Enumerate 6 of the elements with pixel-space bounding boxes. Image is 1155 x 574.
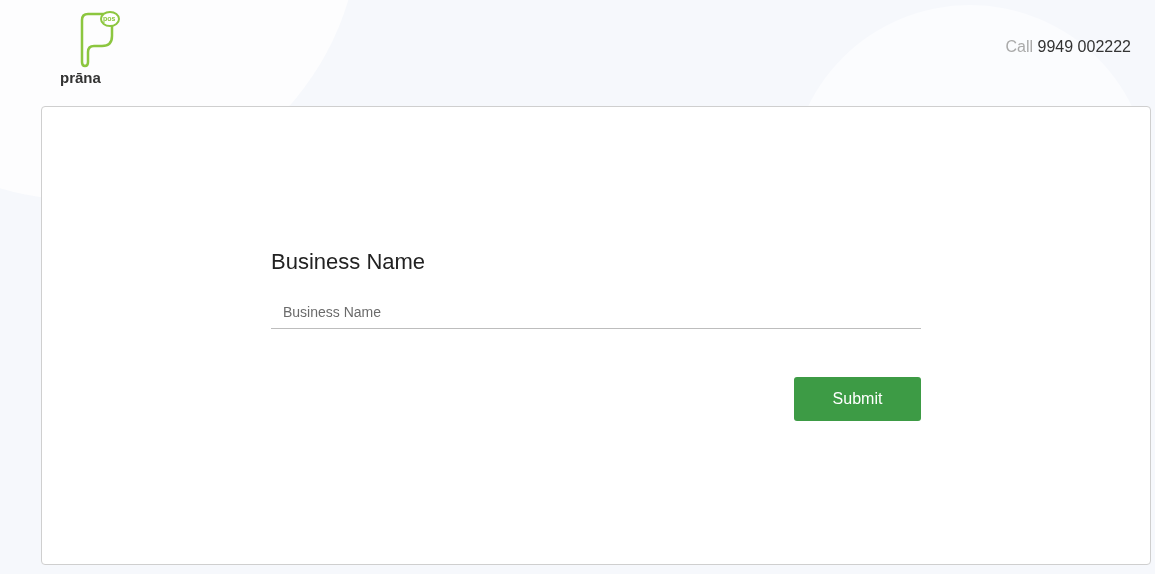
call-label: Call — [1005, 38, 1034, 55]
submit-button[interactable]: Submit — [794, 377, 921, 421]
logo-text: prāna — [60, 70, 101, 85]
phone-number: 9949 002222 — [1037, 38, 1131, 55]
form-title: Business Name — [271, 251, 427, 273]
business-name-field[interactable]: Business Name — [271, 295, 921, 329]
